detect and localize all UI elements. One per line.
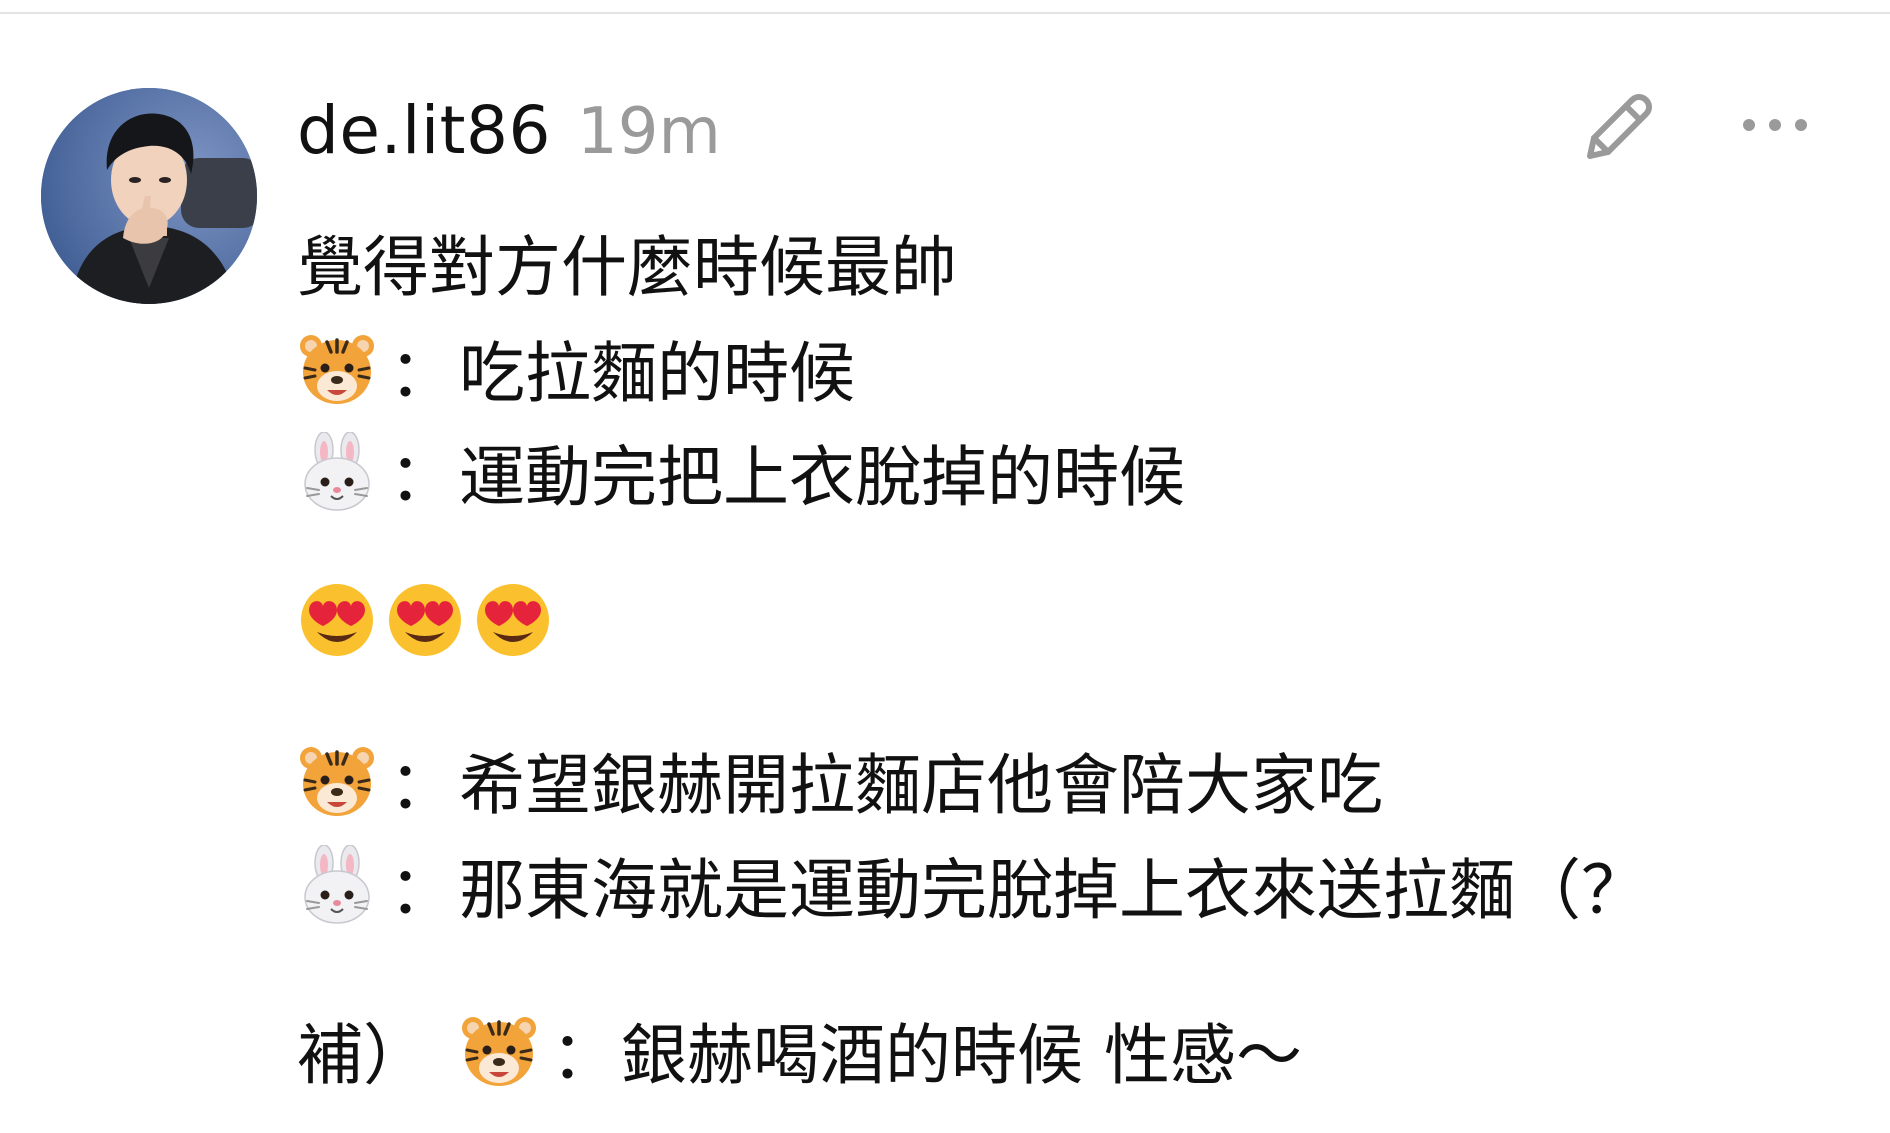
rabbit-face-icon bbox=[297, 432, 377, 512]
pencil-icon[interactable] bbox=[1580, 86, 1660, 166]
post-line: ： 那東海就是運動完脫掉上衣來送拉麵（？ bbox=[297, 835, 1647, 935]
heart-eyes-face-icon bbox=[473, 580, 553, 660]
post-text: 運動完把上衣脫掉的時候 bbox=[459, 439, 1185, 516]
heart-eyes-face-icon bbox=[385, 580, 465, 660]
post-line: ： 吃拉麵的時候 bbox=[297, 318, 855, 418]
post-line: ： 希望銀赫開拉麵店他會陪大家吃 bbox=[297, 730, 1383, 830]
avatar[interactable] bbox=[41, 88, 257, 304]
tiger-face-icon bbox=[297, 740, 377, 820]
colon-separator: ： bbox=[551, 1017, 617, 1094]
post-item: de.lit86 19m 覺得對方什麼時候最帥 ： 吃拉麵的時候 ： 運動完把上… bbox=[0, 0, 1890, 1133]
heart-eyes-face-icon bbox=[297, 580, 377, 660]
post-line: 覺得對方什麼時候最帥 bbox=[297, 212, 957, 312]
colon-separator: ： bbox=[389, 335, 455, 412]
colon-separator: ： bbox=[389, 747, 455, 824]
post-line: ： 運動完把上衣脫掉的時候 bbox=[297, 422, 1185, 522]
post-timestamp: 19m bbox=[577, 95, 721, 169]
user-avatar-photo-icon bbox=[41, 88, 257, 304]
post-text: 吃拉麵的時候 bbox=[459, 335, 855, 412]
post-text: 那東海就是運動完脫掉上衣來送拉麵（？ bbox=[459, 852, 1647, 929]
post-text: 希望銀赫開拉麵店他會陪大家吃 bbox=[459, 747, 1383, 824]
post-text: 覺得對方什麼時候最帥 bbox=[297, 229, 957, 306]
post-text: 銀赫喝酒的時候 性感～ bbox=[621, 1017, 1302, 1094]
post-line: 補） ： 銀赫喝酒的時候 性感～ bbox=[297, 1000, 1302, 1100]
username-link[interactable]: de.lit86 bbox=[297, 92, 551, 169]
colon-separator: ： bbox=[389, 852, 455, 929]
supplement-prefix: 補） bbox=[297, 1017, 429, 1094]
post-header: de.lit86 19m bbox=[297, 92, 721, 172]
colon-separator: ： bbox=[389, 439, 455, 516]
tiger-face-icon bbox=[297, 328, 377, 408]
ellipsis-icon[interactable] bbox=[1735, 110, 1815, 140]
rabbit-face-icon bbox=[297, 845, 377, 925]
tiger-face-icon bbox=[459, 1010, 539, 1090]
post-line bbox=[297, 570, 561, 670]
